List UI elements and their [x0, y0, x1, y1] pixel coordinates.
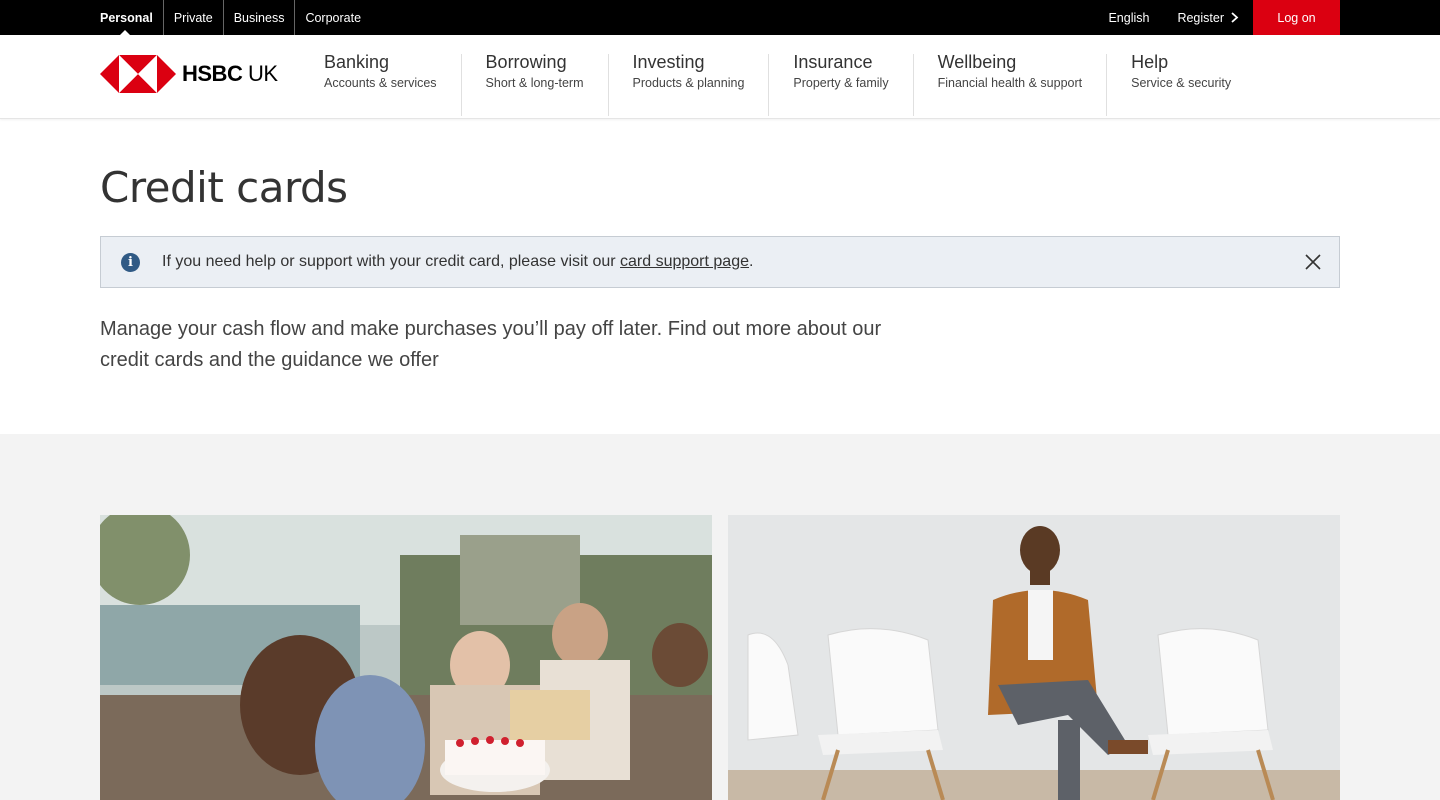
nav-help[interactable]: Help Service & security	[1107, 52, 1255, 116]
nav-borrowing[interactable]: Borrowing Short & long-term	[462, 52, 609, 116]
notice-message: If you need help or support with your cr…	[162, 253, 754, 270]
family-celebration-image[interactable]	[100, 515, 712, 800]
nav-insurance[interactable]: Insurance Property & family	[769, 52, 914, 116]
card-support-link[interactable]: card support page	[620, 253, 749, 270]
language-selector[interactable]: English	[1108, 11, 1149, 25]
top-bar: Personal Private Business Corporate Engl…	[0, 0, 1440, 35]
promo-section	[0, 434, 1440, 800]
segment-personal[interactable]: Personal	[100, 0, 164, 35]
intro-text: Manage your cash flow and make purchases…	[100, 318, 882, 371]
nav-wellbeing[interactable]: Wellbeing Financial health & support	[914, 52, 1108, 116]
segment-nav: Personal Private Business Corporate	[100, 0, 371, 35]
register-link[interactable]: Register	[1177, 11, 1239, 25]
primary-nav: Banking Accounts & services Borrowing Sh…	[300, 35, 1255, 119]
segment-business[interactable]: Business	[224, 0, 296, 35]
support-notice: i If you need help or support with your …	[100, 236, 1340, 288]
hsbc-hexagon-icon	[100, 55, 176, 93]
brand-name: HSBC UK	[182, 61, 278, 86]
family-photo-illustration	[100, 515, 712, 800]
segment-corporate[interactable]: Corporate	[295, 0, 371, 35]
man-in-chairs-illustration	[728, 515, 1340, 800]
segment-private[interactable]: Private	[164, 0, 224, 35]
main-header: HSBC UK Banking Accounts & services Borr…	[0, 35, 1440, 119]
log-on-button[interactable]: Log on	[1253, 0, 1340, 35]
nav-banking[interactable]: Banking Accounts & services	[300, 52, 462, 116]
page-title: Credit cards	[100, 163, 348, 212]
nav-investing[interactable]: Investing Products & planning	[609, 52, 770, 116]
close-icon[interactable]	[1301, 250, 1325, 274]
main-content: Credit cards i If you need help or suppo…	[0, 163, 1440, 376]
man-waiting-chairs-image[interactable]	[728, 515, 1340, 800]
chevron-right-icon	[1231, 12, 1239, 23]
hsbc-logo[interactable]: HSBC UK	[100, 55, 278, 93]
info-icon: i	[121, 252, 140, 272]
